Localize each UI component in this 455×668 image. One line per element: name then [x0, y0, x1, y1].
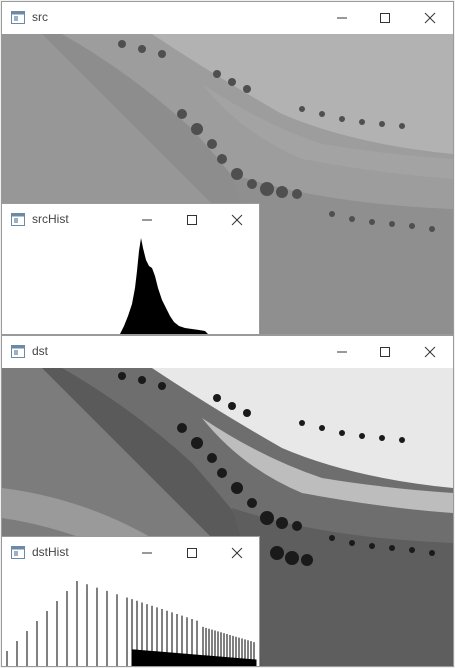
src-histogram: [2, 236, 259, 334]
close-button[interactable]: [225, 208, 249, 232]
app-window-icon: [11, 546, 25, 559]
src-histogram-shape: [120, 238, 208, 334]
maximize-button[interactable]: [373, 6, 397, 30]
app-window-icon: [11, 213, 25, 226]
dst-histogram: [2, 569, 259, 666]
window-title: dst: [32, 344, 49, 358]
minimize-button[interactable]: [135, 541, 159, 565]
srcHist-titlebar[interactable]: srcHist: [2, 204, 259, 236]
dstHist-window[interactable]: dstHist: [1, 536, 260, 667]
dst-titlebar[interactable]: dst: [2, 336, 453, 368]
minimize-button[interactable]: [135, 208, 159, 232]
minimize-button[interactable]: [330, 340, 354, 364]
app-window-icon: [11, 11, 25, 24]
src-titlebar[interactable]: src: [2, 2, 453, 34]
maximize-button[interactable]: [180, 208, 204, 232]
srcHist-window[interactable]: srcHist: [1, 203, 260, 335]
window-title: srcHist: [32, 212, 69, 226]
app-window-icon: [11, 345, 25, 358]
close-button[interactable]: [418, 6, 442, 30]
close-button[interactable]: [225, 541, 249, 565]
maximize-button[interactable]: [373, 340, 397, 364]
maximize-button[interactable]: [180, 541, 204, 565]
window-title: dstHist: [32, 545, 69, 559]
window-title: src: [32, 10, 48, 24]
minimize-button[interactable]: [330, 6, 354, 30]
close-button[interactable]: [418, 340, 442, 364]
dstHist-titlebar[interactable]: dstHist: [2, 537, 259, 569]
